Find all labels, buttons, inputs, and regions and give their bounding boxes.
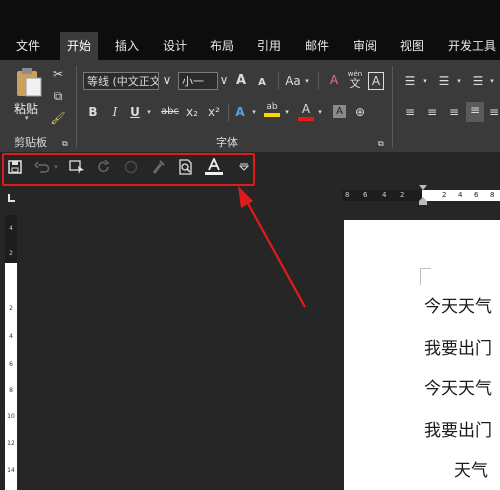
font-group-label: 字体: [216, 136, 238, 149]
ruler-number: 6: [9, 361, 13, 368]
ruler-number: 2: [400, 191, 405, 199]
superscript-button[interactable]: x²: [206, 104, 222, 120]
clear-formatting-icon[interactable]: A: [326, 72, 342, 88]
multilevel-list-icon[interactable]: ☰: [470, 73, 486, 89]
character-shading-icon[interactable]: A: [333, 105, 346, 118]
chevron-down-icon[interactable]: ▾: [421, 73, 429, 89]
document-line: 今天天气: [424, 379, 492, 399]
enclose-characters-icon[interactable]: ⊕: [352, 104, 368, 120]
document-line: 今天天气: [424, 297, 492, 317]
clipboard-group-label: 剪贴板: [14, 136, 47, 149]
tab-view[interactable]: 视图: [395, 32, 429, 60]
text-effects-icon[interactable]: A: [233, 104, 247, 120]
clipboard-icon: [17, 68, 42, 97]
ruler-number: 6: [363, 191, 368, 199]
document-page[interactable]: 今天天气 我要出门 今天天气 我要出门 天气: [344, 220, 500, 490]
ruler-number: 4: [9, 333, 13, 340]
chevron-down-icon[interactable]: ▾: [488, 73, 496, 89]
ruler-number: 4: [458, 191, 463, 199]
chevron-down-icon: ▾: [25, 114, 29, 122]
numbering-icon[interactable]: ☰: [436, 73, 452, 89]
chevron-down-icon[interactable]: ▾: [316, 104, 324, 120]
tab-design[interactable]: 设计: [158, 32, 192, 60]
ribbon: 粘贴 ▾ ✂ ⧉ 🖌 剪贴板 ⧉ 等线 (中文正文) ∨ 小一 ∨ A A Aa…: [0, 60, 500, 152]
tab-references[interactable]: 引用: [252, 32, 286, 60]
margin-corner-mark: [420, 268, 431, 285]
ruler-number: 10: [7, 413, 15, 420]
indent-marker-icon[interactable]: [418, 185, 428, 205]
ruler-number: 4: [9, 225, 13, 232]
ruler-number: 8: [9, 387, 13, 394]
bullets-icon[interactable]: ☰: [402, 73, 418, 89]
format-painter-icon[interactable]: 🖌: [50, 110, 66, 126]
paste-button[interactable]: 粘贴 ▾: [12, 66, 46, 122]
change-case-button[interactable]: Aa: [284, 73, 302, 89]
dialog-launcher-icon[interactable]: ⧉: [62, 136, 68, 152]
vertical-ruler[interactable]: 4 2 2 4 6 8 10 12 14: [5, 215, 17, 490]
tab-review[interactable]: 审阅: [348, 32, 382, 60]
tab-developer[interactable]: 开发工具: [444, 32, 500, 60]
qat-highlight-box: [2, 153, 255, 186]
chevron-down-icon[interactable]: ▾: [145, 104, 153, 120]
phonetic-bottom: 文: [349, 77, 361, 90]
cut-icon[interactable]: ✂: [50, 66, 66, 82]
distributed-icon[interactable]: ≡: [488, 104, 500, 120]
chevron-down-icon[interactable]: ∨: [216, 72, 232, 88]
ruler-number: 4: [382, 191, 387, 199]
align-left-icon[interactable]: ≡: [402, 104, 418, 120]
ruler-number: 2: [9, 250, 13, 257]
chevron-down-icon[interactable]: ▾: [303, 73, 311, 89]
align-right-icon[interactable]: ≡: [446, 104, 462, 120]
tab-home[interactable]: 开始: [60, 32, 98, 60]
chevron-down-icon[interactable]: ▾: [250, 104, 258, 120]
font-name-combo[interactable]: 等线 (中文正文): [83, 72, 159, 90]
chevron-down-icon[interactable]: ▾: [455, 73, 463, 89]
document-line: 我要出门: [424, 339, 492, 359]
tab-insert[interactable]: 插入: [110, 32, 144, 60]
font-size-combo[interactable]: 小一: [178, 72, 218, 90]
character-border-button[interactable]: A: [368, 72, 384, 90]
ruler-number: 6: [474, 191, 479, 199]
tab-mailings[interactable]: 邮件: [300, 32, 334, 60]
align-center-icon[interactable]: ≡: [424, 104, 440, 120]
font-color-icon[interactable]: A: [298, 102, 314, 122]
ruler-number: 14: [7, 467, 15, 474]
strikethrough-button[interactable]: abc: [160, 104, 180, 120]
phonetic-guide-button[interactable]: wén 文: [347, 70, 363, 92]
ruler-number: 2: [9, 305, 13, 312]
tab-file[interactable]: 文件: [10, 32, 46, 60]
horizontal-ruler[interactable]: 8 6 4 2 2 4 6 8: [342, 185, 500, 205]
ribbon-tabs: 文件 开始 插入 设计 布局 引用 邮件 审阅 视图 开发工具: [0, 32, 500, 60]
dialog-launcher-icon[interactable]: ⧉: [378, 136, 384, 152]
document-line: 我要出门: [424, 421, 492, 441]
highlight-icon[interactable]: ab: [264, 102, 280, 122]
tab-layout[interactable]: 布局: [205, 32, 239, 60]
document-line: 天气: [454, 461, 488, 481]
ruler-number: 8: [490, 191, 495, 199]
ruler-number: 8: [345, 191, 350, 199]
subscript-button[interactable]: x₂: [184, 104, 200, 120]
underline-button[interactable]: U: [128, 104, 142, 120]
bold-button[interactable]: B: [86, 104, 100, 120]
chevron-down-icon[interactable]: ∨: [159, 72, 175, 88]
tab-selector-icon[interactable]: [6, 193, 16, 203]
shrink-font-button[interactable]: A: [256, 75, 268, 91]
ruler-number: 2: [442, 191, 447, 199]
chevron-down-icon[interactable]: ▾: [283, 104, 291, 120]
grow-font-button[interactable]: A: [235, 73, 247, 89]
ruler-number: 12: [7, 440, 15, 447]
copy-icon[interactable]: ⧉: [50, 88, 66, 104]
italic-button[interactable]: I: [108, 104, 122, 120]
justify-icon[interactable]: ≡: [466, 102, 484, 122]
title-bar: [0, 0, 500, 32]
